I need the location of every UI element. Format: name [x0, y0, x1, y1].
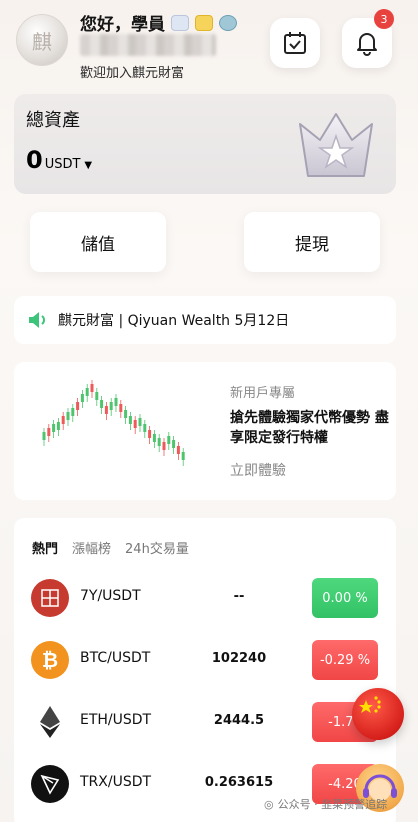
tab-hot[interactable]: 熱門	[32, 538, 58, 557]
market-row-btc[interactable]: ₿ BTC/USDT 102240 -0.29 %	[14, 630, 396, 690]
pair-price: 0.263615	[204, 775, 274, 790]
7y-coin-icon	[31, 579, 69, 617]
notification-badge: 3	[374, 9, 394, 29]
candle-body	[52, 424, 56, 432]
china-flag-icon	[359, 696, 381, 713]
candle-body	[47, 428, 51, 436]
candle-body	[181, 452, 185, 460]
pair-name: 7Y/USDT	[80, 588, 141, 604]
candle-body	[100, 400, 104, 408]
watermark: ◎ 公众号 · 韭菜预警追踪	[264, 796, 387, 812]
asset-amount: 0	[26, 146, 43, 174]
announcement-text: 麒元財富 | Qiyuan Wealth 5月12日	[58, 313, 290, 329]
greeting: 您好，學員	[80, 10, 237, 35]
tab-volume[interactable]: 24h交易量	[125, 538, 189, 557]
deposit-button[interactable]: 儲值	[30, 212, 166, 272]
candle-body	[128, 416, 132, 424]
checkin-calendar-button[interactable]	[270, 18, 320, 68]
btc-icon: ₿	[31, 641, 69, 679]
tab-gainers[interactable]: 漲幅榜	[72, 538, 111, 557]
candle-body	[148, 430, 152, 438]
welcome-text: 歡迎加入麒元財富	[80, 66, 185, 81]
calendar-check-icon	[284, 32, 306, 54]
candle-body	[157, 438, 161, 446]
member-badge-icon	[171, 14, 189, 31]
candle-body	[85, 388, 89, 396]
withdraw-button[interactable]: 提現	[244, 212, 380, 272]
candle-body	[143, 424, 147, 432]
total-assets-title: 總資產	[26, 110, 80, 131]
eth-icon	[31, 703, 69, 741]
candle-body	[152, 434, 156, 442]
pair-name: BTC/USDT	[80, 650, 151, 666]
candle-body	[66, 412, 70, 420]
candle-body	[162, 442, 166, 450]
vip-badge-icon	[195, 14, 213, 31]
candle-body	[56, 422, 60, 430]
watermark-text: 公众号 · 韭菜预警追踪	[277, 798, 388, 811]
speaker-icon	[29, 312, 45, 328]
pair-price: 2444.5	[213, 713, 265, 728]
candle-body	[167, 436, 171, 444]
candle-body	[95, 392, 99, 400]
candle-body	[176, 446, 180, 454]
trx-icon	[31, 765, 69, 803]
language-flag-button[interactable]	[352, 688, 404, 740]
candle-body	[80, 394, 84, 402]
market-row-eth[interactable]: ETH/USDT 2444.5 -1.70	[14, 692, 396, 752]
candle-body	[42, 432, 46, 440]
candle-body	[124, 410, 128, 418]
caret-down-icon: ▼	[84, 160, 93, 171]
promo-subtitle: 新用戶專屬	[230, 386, 296, 401]
market-tabs: 熱門 漲幅榜 24h交易量	[32, 538, 189, 557]
candle-body	[76, 402, 80, 410]
candle-body	[71, 408, 75, 416]
candle-body	[138, 418, 142, 426]
market-row-7y[interactable]: 7Y/USDT -- 0.00 %	[14, 568, 396, 628]
announcement-bar[interactable]: 麒元財富 | Qiyuan Wealth 5月12日	[14, 296, 396, 344]
avatar[interactable]: 麒	[16, 14, 68, 66]
candle-body	[61, 416, 65, 424]
promo-link[interactable]: 立即體驗	[230, 460, 286, 480]
change-badge: -0.29 %	[312, 640, 378, 680]
candlestick-chart-image	[42, 380, 185, 466]
candle-body	[114, 398, 118, 406]
pair-name: TRX/USDT	[80, 774, 152, 790]
candle-body	[172, 440, 176, 448]
candle-body	[104, 406, 108, 414]
candle-body	[90, 384, 94, 392]
candle-body	[119, 404, 123, 412]
level-badge-icon	[219, 14, 237, 31]
promo-title: 搶先體驗獨家代幣優勢 盡享限定發行特權	[230, 410, 389, 446]
wechat-icon: ◎	[264, 797, 274, 811]
total-assets-value[interactable]: 0 USDT ▼	[26, 146, 92, 174]
blurred-username	[80, 34, 216, 56]
pair-price: 102240	[211, 651, 267, 666]
candle-body	[109, 402, 113, 410]
candle-body	[133, 420, 137, 428]
asset-unit: USDT	[44, 157, 81, 172]
greeting-text: 您好，學員	[80, 15, 165, 35]
crown-icon	[299, 113, 373, 177]
pair-price: --	[233, 589, 245, 604]
change-badge: 0.00 %	[312, 578, 378, 618]
bell-icon	[357, 33, 377, 56]
pair-name: ETH/USDT	[80, 712, 152, 728]
